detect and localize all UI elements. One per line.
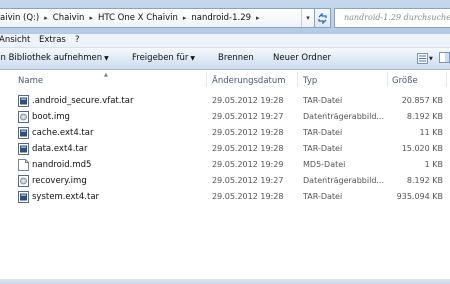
column-divider[interactable] xyxy=(206,72,207,87)
file-size: 1 KB xyxy=(424,160,443,169)
column-header-date[interactable]: Änderungsdatum xyxy=(212,76,286,86)
file-size: 20.857 KB xyxy=(401,96,443,105)
breadcrumb[interactable]: aivin (Q:) ▸ Chaivin ▸ HTC One X Chaivin… xyxy=(0,8,315,28)
file-size: 8.192 KB xyxy=(406,176,443,185)
file-type: Datenträgerabbild... xyxy=(303,176,385,185)
search-input[interactable]: nandroid-1.29 durchsuchen xyxy=(334,8,450,28)
view-controls: ▼ xyxy=(417,52,450,65)
file-size: 11 KB xyxy=(419,128,443,137)
file-row[interactable]: system.ext4.tar 29.05.2012 19:28 TAR-Dat… xyxy=(0,189,450,205)
tar-file-icon xyxy=(18,143,29,155)
breadcrumb-chevron-icon[interactable]: ▸ xyxy=(181,14,189,22)
breadcrumb-chevron-icon[interactable]: ▸ xyxy=(254,14,262,22)
file-size: 15.020 KB xyxy=(401,144,443,153)
file-type: Datenträgerabbild... xyxy=(303,112,385,121)
search-placeholder: nandroid-1.29 durchsuchen xyxy=(344,13,450,22)
file-row[interactable]: data.ext4.tar 29.05.2012 19:28 TAR-Datei… xyxy=(0,141,450,157)
breadcrumb-chevron-icon[interactable]: ▸ xyxy=(42,14,50,22)
menu-bar: Ansicht Extras ? xyxy=(0,34,450,48)
disk-image-icon xyxy=(18,175,29,187)
share-with-button[interactable]: Freigeben für ▼ xyxy=(132,53,195,63)
refresh-button[interactable] xyxy=(314,8,331,28)
tar-file-icon xyxy=(18,95,29,107)
breadcrumb-htc-one-x[interactable]: HTC One X Chaivin xyxy=(95,13,181,23)
preview-pane-icon xyxy=(438,52,450,63)
column-header-name[interactable]: Name xyxy=(18,76,43,86)
file-date: 29.05.2012 19:28 xyxy=(212,96,284,105)
menu-ansicht[interactable]: Ansicht xyxy=(0,35,30,45)
view-list-icon xyxy=(417,53,428,64)
change-view-button[interactable]: ▼ xyxy=(417,52,433,65)
column-header-size[interactable]: Größe xyxy=(392,76,418,86)
add-to-library-button[interactable]: In Bibliothek aufnehmen ▼ xyxy=(0,53,109,63)
refresh-icon xyxy=(318,12,327,24)
breadcrumb-chaivin[interactable]: Chaivin xyxy=(50,13,88,23)
file-type: TAR-Datei xyxy=(303,144,343,153)
file-name: system.ext4.tar xyxy=(32,192,100,202)
file-list: .android_secure.vfat.tar 29.05.2012 19:2… xyxy=(0,93,450,205)
add-to-library-label: In Bibliothek aufnehmen xyxy=(0,53,103,63)
file-size: 935.094 KB xyxy=(396,192,443,201)
column-divider[interactable] xyxy=(297,72,298,87)
file-date: 29.05.2012 19:28 xyxy=(212,144,284,153)
file-date: 29.05.2012 19:27 xyxy=(212,112,284,121)
file-row[interactable]: .android_secure.vfat.tar 29.05.2012 19:2… xyxy=(0,93,450,109)
chevron-down-icon: ▼ xyxy=(429,55,433,62)
file-type: TAR-Datei xyxy=(303,128,343,137)
file-date: 29.05.2012 19:27 xyxy=(212,176,284,185)
breadcrumb-drive[interactable]: aivin (Q:) xyxy=(0,13,42,23)
blank-file-icon xyxy=(18,159,29,171)
file-row[interactable]: recovery.img 29.05.2012 19:27 Datenträge… xyxy=(0,173,450,189)
tar-file-icon xyxy=(18,191,29,203)
address-bar-area: aivin (Q:) ▸ Chaivin ▸ HTC One X Chaivin… xyxy=(0,0,450,34)
file-name: nandroid.md5 xyxy=(32,160,92,170)
command-bar: In Bibliothek aufnehmen ▼ Freigeben für ▼ … xyxy=(0,48,450,70)
column-header-type[interactable]: Typ xyxy=(303,76,317,86)
disk-image-icon xyxy=(18,111,29,123)
column-divider[interactable] xyxy=(387,72,388,87)
tar-file-icon xyxy=(18,127,29,139)
file-name: data.ext4.tar xyxy=(32,144,88,154)
chevron-down-icon: ▼ xyxy=(190,55,196,62)
file-type: TAR-Datei xyxy=(303,192,343,201)
file-type: MD5-Datei xyxy=(303,160,346,169)
chevron-down-icon: ▼ xyxy=(104,55,109,62)
file-name: .android_secure.vfat.tar xyxy=(32,96,134,106)
column-divider[interactable] xyxy=(446,72,447,87)
file-row[interactable]: cache.ext4.tar 29.05.2012 19:28 TAR-Date… xyxy=(0,125,450,141)
address-history-dropdown-icon[interactable]: ▾ xyxy=(301,9,314,27)
menu-extras[interactable]: Extras xyxy=(39,35,66,45)
file-name: cache.ext4.tar xyxy=(32,128,94,138)
file-row[interactable]: boot.img 29.05.2012 19:27 Datenträgerabb… xyxy=(0,109,450,125)
preview-pane-button[interactable] xyxy=(438,52,450,65)
new-folder-button[interactable]: Neuer Ordner xyxy=(273,53,331,63)
breadcrumb-nandroid[interactable]: nandroid-1.29 xyxy=(188,13,254,23)
file-date: 29.05.2012 19:29 xyxy=(212,160,284,169)
burn-button[interactable]: Brennen xyxy=(218,53,254,63)
breadcrumb-chevron-icon[interactable]: ▸ xyxy=(87,14,95,22)
file-name: recovery.img xyxy=(32,176,87,186)
file-size: 8.192 KB xyxy=(406,112,443,121)
menu-help[interactable]: ? xyxy=(75,35,80,45)
file-row[interactable]: nandroid.md5 29.05.2012 19:29 MD5-Datei … xyxy=(0,157,450,173)
file-name: boot.img xyxy=(32,112,70,122)
share-with-label: Freigeben für xyxy=(132,53,189,63)
file-date: 29.05.2012 19:28 xyxy=(212,192,284,201)
sort-ascending-icon: ▲ xyxy=(104,72,108,78)
file-date: 29.05.2012 19:28 xyxy=(212,128,284,137)
status-bar xyxy=(0,279,450,284)
column-headers: Name Änderungsdatum Typ Größe xyxy=(0,70,450,88)
file-type: TAR-Datei xyxy=(303,96,343,105)
